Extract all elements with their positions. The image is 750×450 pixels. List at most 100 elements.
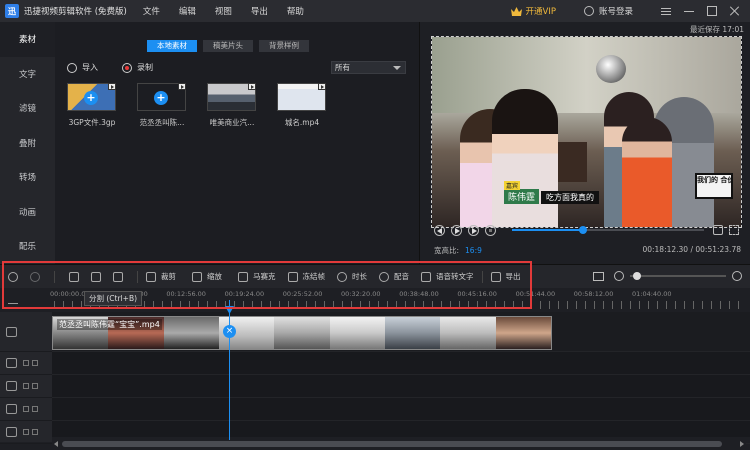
speaker-icon[interactable] — [32, 429, 38, 435]
video-preview[interactable]: 嘉宾 陈伟霆 吃方面我真的 我们的 合伙人 — [431, 36, 742, 228]
freeze-frame-button[interactable]: 冻结帧 — [287, 271, 326, 282]
add-to-timeline-icon[interactable]: + — [84, 91, 98, 105]
zoom-button[interactable]: 缩放 — [192, 271, 222, 282]
music-track[interactable] — [52, 398, 750, 421]
delete-icon[interactable] — [113, 271, 123, 282]
zoom-label: 缩放 — [207, 272, 222, 281]
timeline-scrollbar[interactable] — [52, 440, 746, 448]
nav-text[interactable]: 文字 — [0, 57, 55, 92]
ruler-time-label: 00:32:20.00 — [341, 290, 381, 298]
import-button[interactable]: 导入 — [67, 62, 98, 73]
export-button[interactable]: 导出 — [490, 271, 521, 282]
timeline-zoom-slider[interactable] — [630, 272, 726, 280]
vip-label: 开通VIP — [525, 7, 556, 17]
voice-track-header — [0, 421, 52, 444]
login-label: 账号登录 — [598, 7, 633, 17]
timecode: 00:18:12.30 / 00:51:23.78 — [642, 245, 741, 254]
login-button[interactable]: 账号登录 — [583, 5, 633, 17]
crop-button[interactable]: 裁剪 — [146, 271, 176, 282]
media-item[interactable]: + 范丞丞叫陈... — [137, 83, 186, 128]
fit-timeline-icon[interactable] — [593, 271, 604, 281]
redo-icon[interactable] — [30, 271, 40, 282]
media-filter-select[interactable]: 所有 — [331, 61, 406, 74]
speech-to-text-button[interactable]: 语音转文字 — [421, 271, 474, 282]
mosaic-button[interactable]: 马赛克 — [238, 271, 276, 282]
seek-handle[interactable] — [578, 226, 587, 234]
nav-filter[interactable]: 滤镜 — [0, 91, 55, 126]
close-icon[interactable] — [730, 6, 740, 16]
next-frame-icon[interactable] — [467, 224, 479, 236]
track-menu-icon[interactable] — [8, 303, 18, 308]
split-icon[interactable] — [91, 271, 101, 282]
record-button[interactable]: 录制 — [122, 62, 153, 73]
scrollbar-thumb[interactable] — [62, 441, 722, 447]
stop-icon[interactable] — [484, 224, 496, 236]
zoom-in-icon[interactable] — [732, 271, 742, 281]
freeze-frame-label: 冻结帧 — [302, 272, 326, 281]
text-track[interactable] — [52, 375, 750, 398]
minimize-icon[interactable] — [684, 6, 694, 16]
settings-menu-icon[interactable] — [661, 7, 671, 15]
zoom-out-icon[interactable] — [614, 271, 624, 281]
left-nav: 素材 文字 滤镜 叠附 转场 动画 配乐 — [0, 22, 55, 264]
split-tooltip: 分割 (Ctrl+B) — [84, 291, 143, 306]
playhead[interactable] — [229, 300, 230, 440]
media-item-label: 唯美商业汽... — [209, 118, 255, 127]
menu-view[interactable]: 视图 — [215, 5, 232, 17]
zoom-slider-handle[interactable] — [633, 272, 641, 280]
menu-export[interactable]: 导出 — [251, 5, 268, 17]
aspect-ratio-value[interactable]: 16:9 — [465, 246, 482, 255]
scroll-right-icon[interactable] — [740, 441, 744, 447]
lock-icon[interactable] — [23, 429, 29, 435]
media-item[interactable]: 唯美商业汽... — [207, 83, 256, 128]
duration-label: 时长 — [352, 272, 367, 281]
add-to-timeline-icon[interactable]: + — [154, 91, 168, 105]
duration-button[interactable]: 时长 — [337, 271, 367, 282]
speaker-icon[interactable] — [32, 406, 38, 412]
eye-icon[interactable] — [32, 383, 38, 389]
lock-icon[interactable] — [23, 360, 29, 366]
edit-icon[interactable] — [69, 271, 79, 282]
nav-media[interactable]: 素材 — [0, 22, 55, 57]
play-icon[interactable] — [450, 224, 462, 236]
media-item[interactable]: + 3GP文件.3gp — [67, 83, 116, 128]
video-clip[interactable]: 范丞丞叫陈伟霆“宝宝”.mp4 — [52, 316, 552, 350]
nav-music[interactable]: 配乐 — [0, 229, 55, 264]
split-point-icon[interactable]: × — [223, 325, 236, 338]
tab-backgrounds[interactable]: 背景样例 — [259, 40, 309, 52]
video-caption: 嘉宾 陈伟霆 吃方面我真的 — [504, 181, 600, 204]
tab-local-media[interactable]: 本地素材 — [147, 40, 197, 52]
maximize-icon[interactable] — [707, 6, 717, 16]
aspect-ratio[interactable]: 宽高比: 16:9 — [434, 245, 482, 256]
seek-bar[interactable] — [511, 226, 705, 234]
media-item[interactable]: 城名.mp4 — [277, 83, 326, 128]
video-type-icon — [248, 83, 256, 90]
fullscreen-icon[interactable] — [729, 225, 739, 235]
undo-icon[interactable] — [8, 271, 18, 282]
media-panel: 本地素材 稿美片头 背景样例 导入 录制 所有 + 3GP文件.3gp + 范丞… — [55, 22, 420, 264]
timeline-tracks[interactable]: 范丞丞叫陈伟霆“宝宝”.mp4 — [52, 312, 750, 444]
track-headers — [0, 312, 52, 444]
nav-transition[interactable]: 转场 — [0, 160, 55, 195]
previous-frame-icon[interactable] — [434, 224, 445, 236]
preview-panel: 最近保存 17:01 嘉宾 陈伟霆 吃方面我真的 我们的 合伙人 — [421, 22, 750, 264]
text-icon — [6, 381, 17, 391]
eye-icon[interactable] — [32, 360, 38, 366]
clip-label: 范丞丞叫陈伟霆“宝宝”.mp4 — [57, 319, 162, 330]
scroll-left-icon[interactable] — [54, 441, 58, 447]
video-track[interactable]: 范丞丞叫陈伟霆“宝宝”.mp4 — [52, 312, 750, 352]
menu-file[interactable]: 文件 — [143, 5, 160, 17]
menu-edit[interactable]: 编辑 — [179, 5, 196, 17]
overlay-track[interactable] — [52, 352, 750, 375]
speech-to-text-label: 语音转文字 — [436, 272, 474, 281]
volume-icon[interactable] — [713, 225, 724, 235]
nav-animation[interactable]: 动画 — [0, 195, 55, 230]
nav-overlay[interactable]: 叠附 — [0, 126, 55, 161]
dub-button[interactable]: 配音 — [379, 271, 409, 282]
tab-intros[interactable]: 稿美片头 — [203, 40, 253, 52]
seek-progress — [511, 229, 583, 231]
lock-icon[interactable] — [23, 406, 29, 412]
menu-help[interactable]: 帮助 — [287, 5, 304, 17]
vip-button[interactable]: 开通VIP — [510, 5, 556, 17]
lock-icon[interactable] — [23, 383, 29, 389]
